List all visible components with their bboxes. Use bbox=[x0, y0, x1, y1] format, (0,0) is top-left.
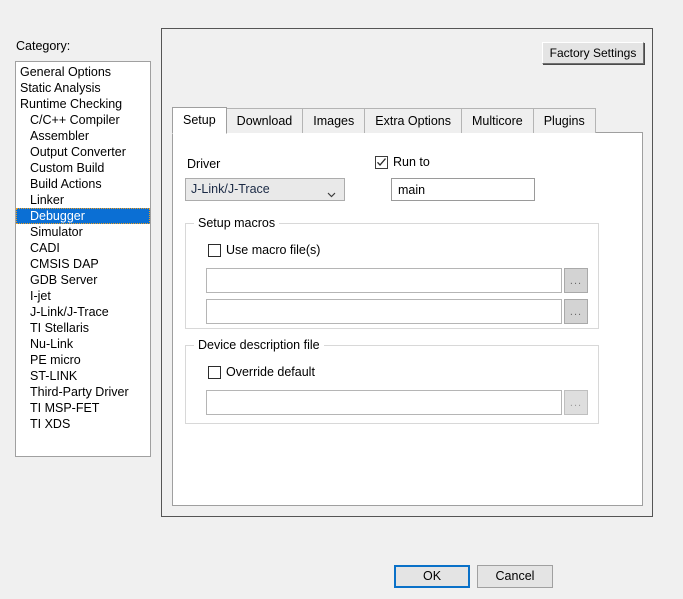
cancel-button[interactable]: Cancel bbox=[477, 565, 553, 588]
run-to-checkbox[interactable]: Run to bbox=[375, 155, 430, 169]
category-item[interactable]: PE micro bbox=[16, 352, 150, 368]
category-item[interactable]: Debugger bbox=[16, 208, 150, 224]
category-item[interactable]: ST-LINK bbox=[16, 368, 150, 384]
category-item[interactable]: I-jet bbox=[16, 288, 150, 304]
category-item[interactable]: Build Actions bbox=[16, 176, 150, 192]
driver-select-value: J-Link/J-Trace bbox=[191, 182, 270, 196]
run-to-input[interactable] bbox=[391, 178, 535, 201]
device-description-title: Device description file bbox=[194, 338, 324, 352]
use-macro-files-label: Use macro file(s) bbox=[226, 243, 320, 257]
factory-settings-button[interactable]: Factory Settings bbox=[542, 42, 644, 64]
tab-panel-setup: Driver J-Link/J-Trace Run to Setup macro… bbox=[172, 132, 643, 506]
tab-images[interactable]: Images bbox=[302, 108, 365, 133]
category-item[interactable]: Assembler bbox=[16, 128, 150, 144]
macro-file-row-1: ... bbox=[206, 268, 588, 293]
setup-macros-group: Setup macros Use macro file(s) ... ... bbox=[185, 223, 599, 329]
tab-download[interactable]: Download bbox=[226, 108, 304, 133]
checkbox-icon bbox=[208, 244, 221, 257]
category-item[interactable]: Static Analysis bbox=[16, 80, 150, 96]
macro-file-input-1[interactable] bbox=[206, 268, 562, 293]
device-description-input[interactable] bbox=[206, 390, 562, 415]
checkbox-icon bbox=[375, 156, 388, 169]
override-default-label: Override default bbox=[226, 365, 315, 379]
setup-macros-title: Setup macros bbox=[194, 216, 279, 230]
category-item[interactable]: General Options bbox=[16, 64, 150, 80]
macro-file-input-2[interactable] bbox=[206, 299, 562, 324]
category-item[interactable]: GDB Server bbox=[16, 272, 150, 288]
category-item[interactable]: TI MSP-FET bbox=[16, 400, 150, 416]
category-item[interactable]: CMSIS DAP bbox=[16, 256, 150, 272]
category-item[interactable]: Nu-Link bbox=[16, 336, 150, 352]
macro-file-row-2: ... bbox=[206, 299, 588, 324]
device-description-browse-button[interactable]: ... bbox=[564, 390, 588, 415]
tab-setup[interactable]: Setup bbox=[172, 107, 227, 134]
category-item[interactable]: Simulator bbox=[16, 224, 150, 240]
category-item[interactable]: C/C++ Compiler bbox=[16, 112, 150, 128]
checkbox-icon bbox=[208, 366, 221, 379]
tab-strip: SetupDownloadImagesExtra OptionsMulticor… bbox=[172, 107, 595, 133]
macro-file-browse-button-1[interactable]: ... bbox=[564, 268, 588, 293]
run-to-label: Run to bbox=[393, 155, 430, 169]
tab-extra-options[interactable]: Extra Options bbox=[364, 108, 462, 133]
category-label: Category: bbox=[16, 39, 70, 53]
driver-label: Driver bbox=[187, 157, 220, 171]
category-item[interactable]: TI XDS bbox=[16, 416, 150, 432]
override-default-checkbox[interactable]: Override default bbox=[208, 365, 315, 379]
category-item[interactable]: CADI bbox=[16, 240, 150, 256]
device-description-group: Device description file Override default… bbox=[185, 345, 599, 424]
category-item[interactable]: Linker bbox=[16, 192, 150, 208]
use-macro-files-checkbox[interactable]: Use macro file(s) bbox=[208, 243, 320, 257]
category-item[interactable]: TI Stellaris bbox=[16, 320, 150, 336]
category-item[interactable]: Custom Build bbox=[16, 160, 150, 176]
device-description-row: ... bbox=[206, 390, 588, 415]
category-listbox[interactable]: General OptionsStatic AnalysisRuntime Ch… bbox=[15, 61, 151, 457]
category-item[interactable]: Runtime Checking bbox=[16, 96, 150, 112]
category-item[interactable]: Third-Party Driver bbox=[16, 384, 150, 400]
ok-button[interactable]: OK bbox=[394, 565, 470, 588]
macro-file-browse-button-2[interactable]: ... bbox=[564, 299, 588, 324]
category-item[interactable]: Output Converter bbox=[16, 144, 150, 160]
driver-select[interactable]: J-Link/J-Trace bbox=[185, 178, 345, 201]
chevron-down-icon bbox=[327, 185, 336, 194]
tab-plugins[interactable]: Plugins bbox=[533, 108, 596, 133]
category-item[interactable]: J-Link/J-Trace bbox=[16, 304, 150, 320]
tab-multicore[interactable]: Multicore bbox=[461, 108, 534, 133]
